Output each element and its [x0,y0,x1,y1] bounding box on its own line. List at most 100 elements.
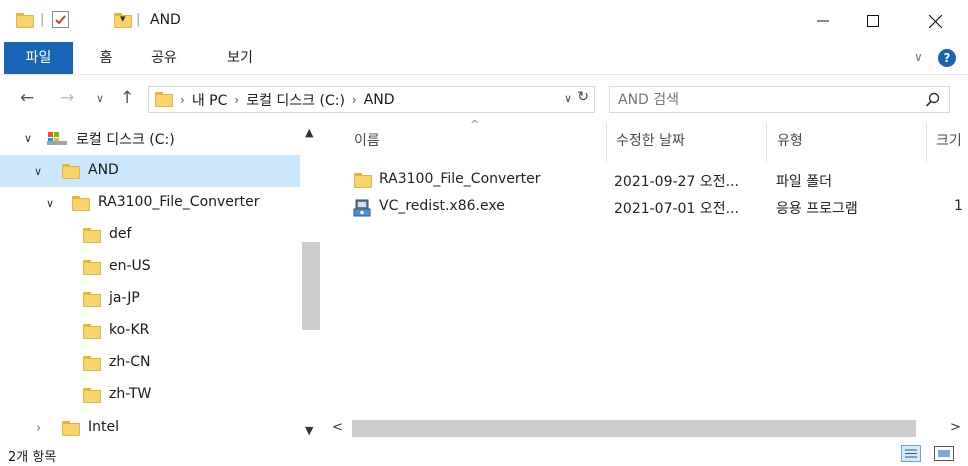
address-bar[interactable]: › 내 PC › 로컬 디스크 (C:) › AND ∨ ↻ [148,86,595,113]
folder-icon [354,173,372,188]
file-row[interactable]: VC_redist.x86.exe 2021-07-01 오전... 응용 프로… [326,195,968,219]
column-divider[interactable] [606,122,607,162]
column-divider[interactable] [926,122,927,162]
folder-icon [83,260,101,275]
customize-quick-access-icon[interactable]: ▾ [120,12,126,25]
tab-home[interactable]: 홈 [86,42,126,74]
tree-item-zh-tw[interactable]: zh-TW [0,379,300,411]
tree-item-def[interactable]: def [0,219,300,251]
scroll-right-arrow-icon[interactable]: > [950,420,961,435]
large-icons-view-button[interactable] [934,446,954,461]
item-count: 2개 항목 [8,450,57,465]
search-box[interactable] [609,86,950,113]
tree-item-label: AND [88,162,119,178]
large-icons-view-icon [938,450,950,457]
file-date: 2021-07-01 오전... [614,201,739,217]
column-header-date[interactable]: 수정한 날짜 [616,130,685,150]
scroll-up-arrow-icon[interactable]: ▲ [305,126,313,139]
tree-item-intel[interactable]: › Intel [0,412,300,444]
minimize-button[interactable] [800,0,846,42]
window-title: AND [150,12,181,28]
scrollbar-thumb[interactable] [352,420,916,437]
file-row[interactable]: RA3100_File_Converter 2021-09-27 오전... 파… [326,168,968,192]
navigation-pane-scrollbar[interactable]: ▲ ▼ [300,122,322,442]
tree-item-local-disk[interactable]: ∨ 로컬 디스크 (C:) [0,122,300,154]
chevron-right-icon[interactable]: › [352,93,357,107]
file-date: 2021-09-27 오전... [614,174,739,190]
maximize-button[interactable] [850,0,896,42]
folder-icon [83,324,101,339]
column-header-name[interactable]: 이름 [354,130,380,150]
expand-ribbon-chevron-icon[interactable]: ∨ [914,50,923,64]
scrollbar-thumb[interactable] [302,242,320,330]
title-bar: | ▾ | AND [0,0,968,42]
tab-share[interactable]: 공유 [140,42,188,74]
folder-icon[interactable] [16,13,34,28]
help-icon[interactable]: ? [938,49,956,67]
up-arrow-icon[interactable]: ↑ [120,88,134,108]
navigation-bar: ← → ∨ ↑ › 내 PC › 로컬 디스크 (C:) › AND ∨ ↻ [0,82,968,116]
navigation-pane: ∨ 로컬 디스크 (C:) ∨ AND ∨ RA3100_File_Conver… [0,122,322,442]
address-history-chevron-icon[interactable]: ∨ [564,92,572,105]
details-view-button[interactable] [901,445,921,462]
close-button[interactable] [912,0,958,42]
file-type: 응용 프로그램 [776,201,858,217]
tree-item-label: ja-JP [109,290,140,306]
minimize-icon [817,20,829,22]
title-separator: | [136,12,141,27]
column-header-type[interactable]: 유형 [777,130,803,150]
tree-item-ra3100-file-converter[interactable]: ∨ RA3100_File_Converter [0,187,300,219]
breadcrumb-this-pc[interactable]: 내 PC [192,90,228,110]
tree-item-label: zh-CN [109,354,151,370]
column-header-size[interactable]: 크기 [936,130,962,150]
close-icon [928,14,942,28]
forward-arrow-icon[interactable]: → [60,88,74,108]
checkmark-icon [55,15,66,25]
tree-item-label: def [109,226,132,242]
sort-ascending-icon: ^ [470,118,480,131]
file-type: 파일 폴더 [776,174,832,190]
tree-item-ja-jp[interactable]: ja-JP [0,283,300,315]
installer-icon [353,199,371,217]
search-icon[interactable] [925,92,941,108]
tree-collapse-chevron-icon[interactable]: › [36,421,41,436]
address-folder-icon [155,92,173,107]
chevron-right-icon[interactable]: › [234,93,239,107]
folder-icon [83,388,101,403]
tree-item-en-us[interactable]: en-US [0,251,300,283]
refresh-icon[interactable]: ↻ [577,89,589,105]
column-divider[interactable] [766,122,767,162]
back-arrow-icon[interactable]: ← [20,88,34,108]
details-view-icon [905,449,917,458]
tree-item-label: ko-KR [109,322,150,338]
tab-view[interactable]: 보기 [216,42,264,74]
chevron-right-icon[interactable]: › [180,93,185,107]
tree-item-label: en-US [109,258,151,274]
scroll-down-arrow-icon[interactable]: ▼ [305,424,313,437]
breadcrumb-and[interactable]: AND [364,92,395,108]
tree-expand-chevron-icon[interactable]: ∨ [34,165,42,178]
folder-icon [72,196,90,211]
search-input[interactable] [616,89,900,111]
file-list: ^ 이름 수정한 날짜 유형 크기 RA3100_File_Converter … [326,118,968,418]
properties-icon[interactable] [52,11,69,28]
recent-locations-chevron-icon[interactable]: ∨ [96,92,104,105]
folder-icon [83,356,101,371]
drive-icon [47,132,67,145]
breadcrumb-local-disk[interactable]: 로컬 디스크 (C:) [246,90,345,110]
tree-expand-chevron-icon[interactable]: ∨ [46,197,54,210]
scroll-left-arrow-icon[interactable]: < [332,420,343,435]
folder-icon [83,292,101,307]
tree-item-and[interactable]: ∨ AND [0,155,300,187]
file-size: 1 [954,198,963,214]
tab-file[interactable]: 파일 [4,42,73,74]
folder-icon [62,164,80,179]
folder-icon [83,228,101,243]
maximize-icon [867,15,879,27]
tree-item-ko-kr[interactable]: ko-KR [0,315,300,347]
file-list-horizontal-scrollbar[interactable]: < > [326,418,968,440]
tree-item-label: Intel [88,419,119,435]
folder-icon [62,421,80,436]
tree-expand-chevron-icon[interactable]: ∨ [24,132,32,145]
tree-item-zh-cn[interactable]: zh-CN [0,347,300,379]
